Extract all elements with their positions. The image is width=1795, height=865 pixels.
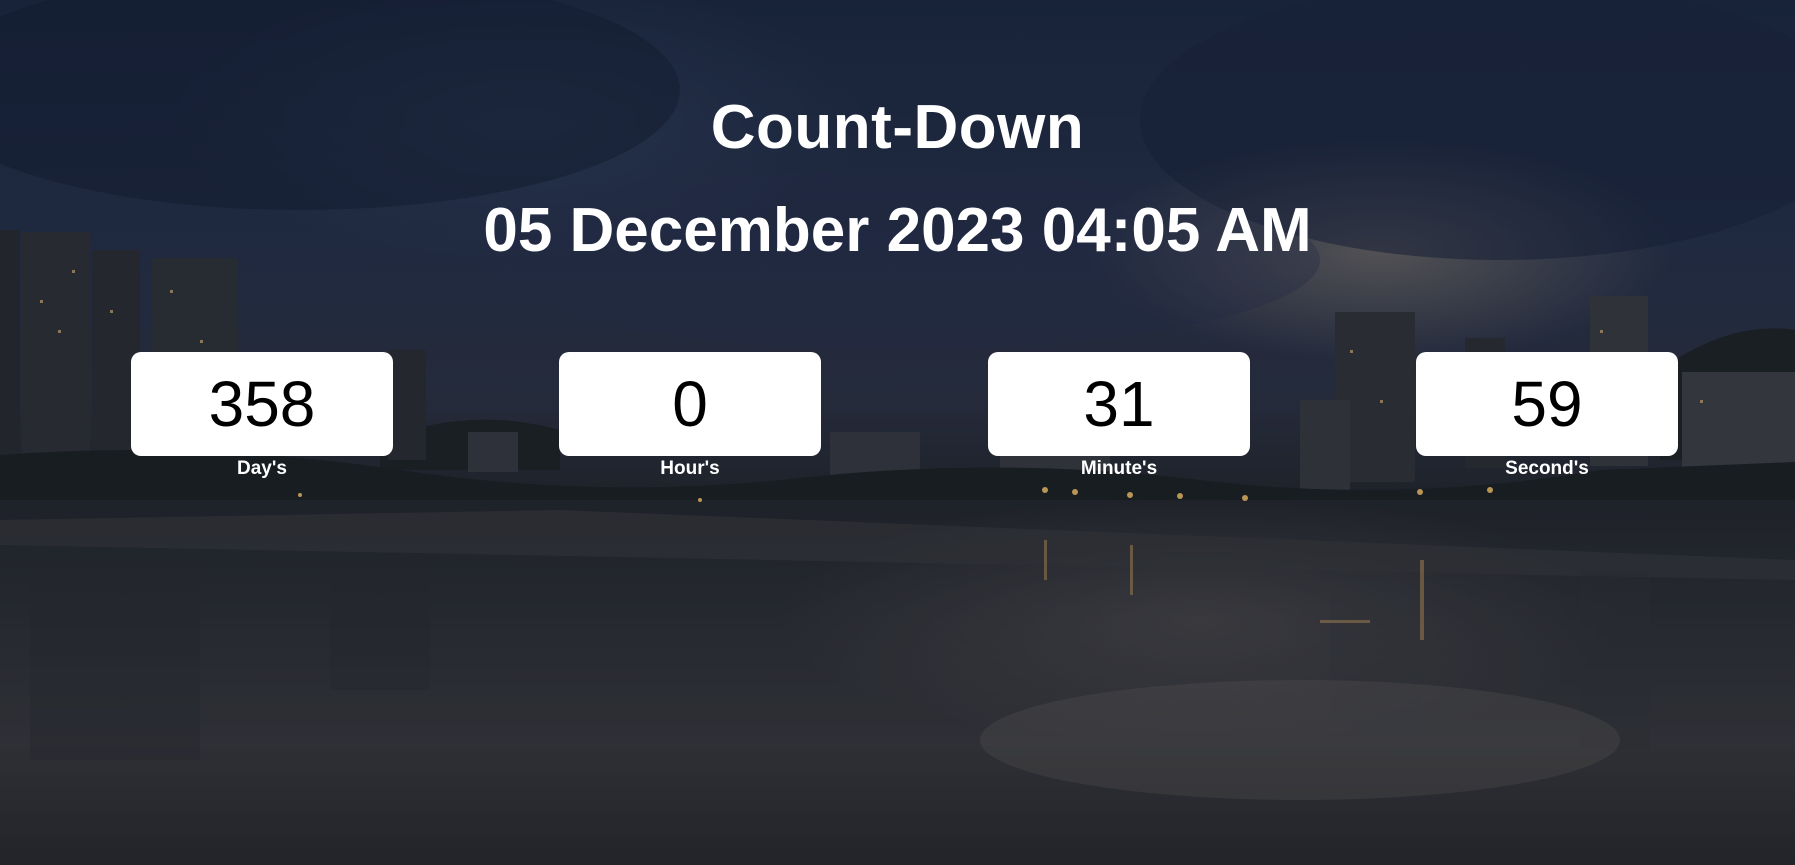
hours-value: 0 [559, 352, 821, 456]
days-label: Day's [237, 458, 287, 479]
days-value: 358 [131, 352, 393, 456]
seconds-label: Second's [1505, 458, 1589, 479]
target-datetime: 05 December 2023 04:05 AM [483, 196, 1312, 265]
seconds-value: 59 [1416, 352, 1678, 456]
minutes-unit: 31 Minute's [988, 352, 1250, 480]
seconds-unit: 59 Second's [1416, 352, 1678, 480]
minutes-label: Minute's [1080, 458, 1158, 479]
page-title: Count-Down [710, 93, 1085, 162]
days-unit: 358 Day's [131, 352, 393, 480]
countdown-timer: 358 Day's 0 Hour's 31 Minute's 59 Second… [0, 352, 1795, 482]
hours-unit: 0 Hour's [559, 352, 821, 480]
minutes-value: 31 [988, 352, 1250, 456]
countdown-page: Count-Down 05 December 2023 04:05 AM 358… [0, 0, 1795, 865]
hours-label: Hour's [660, 458, 720, 479]
